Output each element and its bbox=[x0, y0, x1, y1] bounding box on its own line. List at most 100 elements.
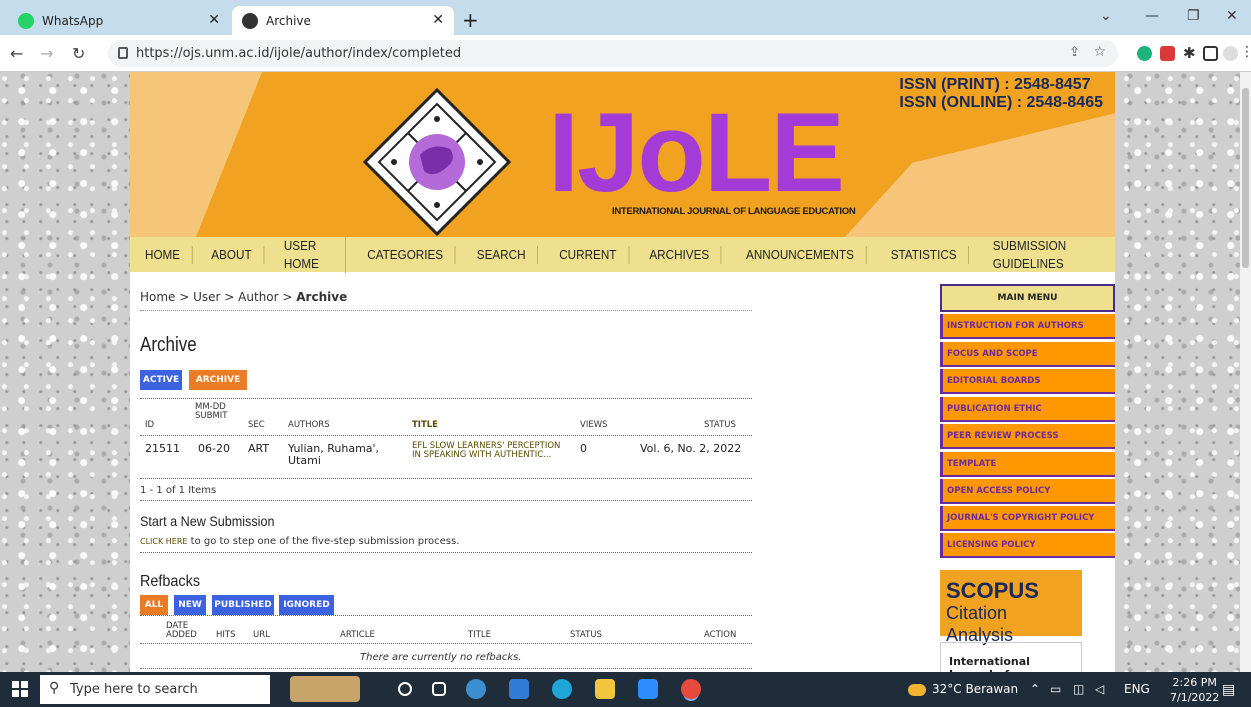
notifications-icon[interactable]: ▤ bbox=[1222, 682, 1235, 698]
search-icon: ⚲ bbox=[49, 680, 60, 696]
forward-icon[interactable]: → bbox=[40, 44, 53, 63]
chrome-icon[interactable] bbox=[681, 679, 701, 699]
back-icon[interactable]: ← bbox=[10, 44, 23, 63]
reload-icon[interactable]: ↻ bbox=[72, 44, 85, 63]
restore-icon[interactable]: ❐ bbox=[1187, 8, 1200, 24]
clock[interactable]: 2:26 PM 7/1/2022 bbox=[1170, 675, 1219, 705]
tab-search-icon[interactable]: ⌄ bbox=[1100, 8, 1112, 24]
col-status: STATUS bbox=[704, 420, 736, 430]
cell-status-link[interactable]: Vol. 6, No. 2, 2022 bbox=[640, 443, 741, 455]
sidebar: MAIN MENU INSTRUCTION FOR AUTHORS FOCUS … bbox=[940, 284, 1115, 672]
menu-open-access-policy[interactable]: OPEN ACCESS POLICY bbox=[940, 479, 1115, 504]
store-icon[interactable] bbox=[509, 679, 529, 699]
breadcrumb-author[interactable]: Author bbox=[238, 290, 278, 304]
table-divider bbox=[140, 668, 752, 669]
close-tab-icon[interactable]: ✕ bbox=[208, 12, 220, 28]
close-tab-icon[interactable]: ✕ bbox=[432, 12, 444, 28]
address-toolbar: ← → ↻ https://ojs.unm.ac.id/ijole/author… bbox=[0, 35, 1251, 72]
main-content: Home > User > Author > Archive Archive A… bbox=[140, 272, 752, 672]
share-icon[interactable]: ⇪ bbox=[1069, 45, 1080, 60]
browser-menu-icon[interactable]: ⋮ bbox=[1240, 44, 1251, 60]
col-submit: MM-DD SUBMIT bbox=[195, 402, 228, 421]
windows-taskbar: ⚲ Type here to search 32°C Berawan ⌃ ▭ ◫… bbox=[0, 672, 1251, 707]
breadcrumb-separator: > bbox=[175, 290, 194, 304]
extension-grammarly-icon[interactable] bbox=[1137, 46, 1152, 61]
breadcrumb-separator: > bbox=[278, 290, 297, 304]
nav-user-home[interactable]: USER HOME bbox=[272, 236, 347, 273]
task-view-icon[interactable] bbox=[432, 682, 446, 696]
windows-start-icon[interactable] bbox=[12, 681, 28, 697]
breadcrumb-user[interactable]: User bbox=[193, 290, 220, 304]
menu-instruction-for-authors[interactable]: INSTRUCTION FOR AUTHORS bbox=[940, 314, 1115, 339]
menu-publication-ethic[interactable]: PUBLICATION ETHIC bbox=[940, 397, 1115, 422]
click-here-link[interactable]: CLICK HERE bbox=[140, 537, 187, 546]
taskbar-search-input[interactable]: ⚲ Type here to search bbox=[40, 675, 270, 704]
battery-icon[interactable]: ◫ bbox=[1073, 682, 1084, 696]
col-title[interactable]: TITLE bbox=[412, 421, 438, 430]
breadcrumb-separator: > bbox=[220, 290, 239, 304]
filter-all[interactable]: ALL bbox=[140, 595, 168, 615]
nav-statistics[interactable]: STATISTICS bbox=[879, 245, 969, 264]
extensions-puzzle-icon[interactable]: ✱ bbox=[1183, 46, 1198, 61]
filter-ignored[interactable]: IGNORED bbox=[279, 595, 334, 615]
profile-avatar[interactable] bbox=[1223, 46, 1238, 61]
scopus-badge[interactable]: SCOPUS Citation Analysis bbox=[940, 570, 1082, 645]
page-background: ISSN (PRINT) : 2548-8457 ISSN (ONLINE) :… bbox=[0, 72, 1240, 672]
weather-icon[interactable] bbox=[908, 684, 926, 696]
banner-decor-left bbox=[130, 72, 262, 237]
col-url: URL bbox=[253, 630, 270, 640]
nav-submission-guidelines[interactable]: SUBMISSION GUIDELINES bbox=[981, 237, 1108, 273]
volume-icon[interactable]: ◁ bbox=[1095, 682, 1104, 696]
weather-text[interactable]: 32°C Berawan bbox=[932, 682, 1018, 696]
nav-current[interactable]: CURRENT bbox=[547, 245, 629, 264]
tab-label: WhatsApp bbox=[42, 13, 104, 28]
close-window-icon[interactable]: ✕ bbox=[1226, 8, 1238, 24]
cell-id: 21511 bbox=[145, 442, 180, 455]
nav-announcements[interactable]: ANNOUNCEMENTS bbox=[734, 245, 867, 264]
nav-home[interactable]: HOME bbox=[133, 245, 193, 264]
extension-pdf-icon[interactable] bbox=[1160, 46, 1175, 61]
menu-template[interactable]: TEMPLATE bbox=[940, 452, 1115, 477]
menu-licensing-policy[interactable]: LICENSING POLICY bbox=[940, 533, 1115, 558]
minimize-icon[interactable]: — bbox=[1145, 8, 1159, 24]
tab-archive-submissions[interactable]: ARCHIVE bbox=[189, 370, 247, 390]
filter-published[interactable]: PUBLISHED bbox=[212, 595, 274, 615]
new-tab-icon[interactable]: + bbox=[462, 8, 479, 32]
menu-copyright-policy[interactable]: JOURNAL'S COPYRIGHT POLICY bbox=[940, 506, 1115, 531]
cell-title-link[interactable]: EFL SLOW LEARNERS' PERCEPTION IN SPEAKIN… bbox=[412, 442, 562, 460]
edge-icon[interactable] bbox=[552, 679, 572, 699]
network-icon[interactable]: ▭ bbox=[1050, 682, 1061, 696]
new-submission-text: to go to step one of the five-step submi… bbox=[187, 536, 460, 547]
tab-whatsapp[interactable]: WhatsApp ✕ bbox=[8, 6, 230, 35]
table-divider bbox=[140, 398, 752, 399]
page-scrollbar[interactable] bbox=[1240, 72, 1251, 672]
nav-archives[interactable]: ARCHIVES bbox=[638, 245, 722, 264]
zoom-icon[interactable] bbox=[638, 679, 658, 699]
tab-active[interactable]: ACTIVE bbox=[140, 370, 182, 390]
url-bar[interactable]: https://ojs.unm.ac.id/ijole/author/index… bbox=[108, 40, 1118, 67]
bookmark-star-icon[interactable]: ☆ bbox=[1093, 44, 1106, 60]
side-panel-icon[interactable] bbox=[1203, 46, 1218, 61]
lock-icon bbox=[118, 47, 128, 59]
url-text: https://ojs.unm.ac.id/ijole/author/index… bbox=[136, 46, 462, 61]
nav-categories[interactable]: CATEGORIES bbox=[356, 245, 456, 264]
filter-new[interactable]: NEW bbox=[174, 595, 206, 615]
file-explorer-icon[interactable] bbox=[595, 679, 615, 699]
app-icon-1[interactable] bbox=[466, 679, 486, 699]
show-hidden-icons[interactable]: ⌃ bbox=[1030, 682, 1040, 696]
cortana-icon[interactable] bbox=[398, 682, 412, 696]
language-indicator[interactable]: ENG bbox=[1124, 682, 1150, 696]
tab-archive[interactable]: Archive ✕ bbox=[232, 6, 454, 35]
table-divider bbox=[140, 500, 752, 501]
menu-peer-review-process[interactable]: PEER REVIEW PROCESS bbox=[940, 424, 1115, 449]
journal-container: ISSN (PRINT) : 2548-8457 ISSN (ONLINE) :… bbox=[130, 72, 1115, 672]
nav-about[interactable]: ABOUT bbox=[200, 245, 265, 264]
menu-focus-and-scope[interactable]: FOCUS AND SCOPE bbox=[940, 342, 1115, 367]
menu-editorial-boards[interactable]: EDITORIAL BOARDS bbox=[940, 369, 1115, 394]
breadcrumb-home[interactable]: Home bbox=[140, 290, 175, 304]
scrollbar-thumb[interactable] bbox=[1242, 88, 1249, 268]
search-highlight-image[interactable] bbox=[290, 676, 360, 702]
col-views: VIEWS bbox=[580, 420, 608, 430]
nav-search[interactable]: SEARCH bbox=[465, 245, 539, 264]
clock-date: 7/1/2022 bbox=[1170, 691, 1220, 704]
